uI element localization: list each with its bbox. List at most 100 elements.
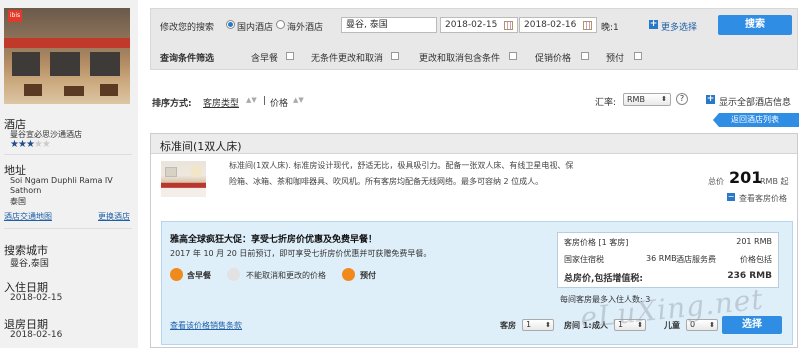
calendar-icon[interactable] (583, 21, 592, 30)
chevron-down-icon: ⬍ (545, 321, 551, 329)
breakfast-icon (170, 268, 183, 281)
service-fee-label: 酒店服务费 (676, 255, 716, 264)
star-rating: ★★★★★ (10, 139, 51, 150)
total-value: 236 RMB (727, 271, 772, 281)
room-title: 标准间(1双人床) (160, 140, 242, 153)
feature-breakfast: 含早餐 (187, 271, 211, 280)
filter-breakfast-label[interactable]: 含早餐 (251, 51, 278, 64)
address-line: Soi Ngam Duphli Rama IV (10, 176, 113, 185)
overseas-label[interactable]: 海外酒店 (287, 20, 323, 33)
photo-window (50, 52, 80, 76)
room-price-value: 201 RMB (736, 237, 772, 246)
filter-label: 查询条件筛选 (160, 54, 215, 64)
room-desc-line: 标准间(1双人床). 标准房设计现代，舒适无比，极具吸引力。配备一张双人床、有线… (229, 161, 574, 170)
chevron-down-icon: ⬍ (709, 321, 715, 329)
sort-separator: | (263, 96, 267, 106)
view-room-price-link[interactable]: 查看客房价格 (739, 193, 787, 204)
star-icon: ★ (25, 139, 35, 150)
ibis-logo: ibis (8, 10, 22, 22)
currency-select[interactable]: RMB ⬍ (623, 93, 671, 106)
rooms-value: 1 (526, 320, 532, 329)
overseas-radio[interactable] (276, 20, 285, 29)
promo-title: 雅高全球疯狂大促：享受七折房价优惠及免费早餐！ (170, 235, 378, 245)
hotel-photo: ibis (4, 8, 130, 104)
change-hotel-link[interactable]: 更换酒店 (98, 211, 130, 222)
calendar-icon[interactable] (504, 21, 513, 30)
filter-free-cancel-checkbox[interactable] (391, 52, 399, 60)
sort-arrows-icon[interactable]: ▲▼ (246, 96, 257, 104)
local-tax-value: 36 RMB (646, 254, 677, 263)
modify-search-label: 修改您的搜索 (160, 23, 215, 33)
search-city-value: 曼谷,泰国 (10, 259, 49, 269)
address-line: 泰国 (10, 197, 26, 206)
sort-room-type[interactable]: 客房类型 (203, 96, 239, 109)
currency-value: RMB (627, 95, 645, 104)
city-input[interactable]: 曼谷, 泰国 (341, 17, 437, 33)
filter-conditional-cancel-label[interactable]: 更改和取消包含条件 (419, 51, 500, 64)
filter-promo-label[interactable]: 促销价格 (535, 51, 571, 64)
feature-prepay: 预付 (360, 271, 376, 280)
domestic-radio[interactable] (226, 20, 235, 29)
star-empty-icon: ★ (41, 139, 51, 150)
service-fee-value: 价格包括 (740, 255, 772, 264)
rooms-select[interactable]: 1 ⬍ (522, 319, 554, 331)
sort-arrows-icon[interactable]: ▲▼ (293, 96, 304, 104)
star-icon: ★ (10, 139, 19, 150)
sidebar: ibis 酒店 曼谷宣必思沙通酒店 ★★★★★ 地址 Soi Ngam Duph… (0, 0, 138, 348)
plus-icon[interactable]: + (706, 95, 715, 104)
star-empty-icon: ★ (33, 139, 43, 150)
checkout-input[interactable]: 2018-02-16 (519, 17, 597, 33)
address-line: Sathorn (10, 186, 42, 195)
photo-awning (4, 38, 130, 48)
filter-prepay-label[interactable]: 预付 (606, 51, 624, 64)
filter-free-cancel-label[interactable]: 无条件更改和取消 (311, 51, 383, 64)
show-all-info-link[interactable]: 显示全部酒店信息 (719, 95, 791, 108)
checkin-value: 2018-02-15 (10, 293, 63, 303)
total-price-label: 总价 (708, 177, 724, 186)
sort-label: 排序方式: (152, 99, 192, 109)
promo-subtitle: 2017 年 10 月 20 日前预订，即可享受七折房价优惠并可获赠免费早餐。 (170, 249, 432, 258)
currency-label: 汇率: (595, 98, 617, 108)
promo-panel: 雅高全球疯狂大促：享受七折房价优惠及免费早餐！ 2017 年 10 月 20 日… (161, 221, 793, 345)
photo-chair (100, 84, 118, 96)
room-price: 201 (729, 168, 763, 187)
filter-breakfast-checkbox[interactable] (286, 52, 294, 60)
no-cancel-icon (227, 268, 240, 281)
price-row: 客房价格 [1 客房] 201 RMB (564, 237, 772, 248)
help-icon[interactable]: ? (676, 93, 688, 105)
photo-chair (24, 84, 42, 96)
room-photo (161, 161, 206, 197)
star-icon: ★ (17, 139, 27, 150)
divider (4, 154, 132, 155)
sort-price[interactable]: 价格 (270, 96, 288, 109)
local-tax-label: 国家住宿税 (564, 255, 604, 264)
plus-icon[interactable]: + (649, 20, 658, 29)
checkout-input-value: 2018-02-16 (524, 20, 577, 30)
policy-link[interactable]: 查看该价格销售条款 (170, 320, 242, 331)
traffic-map-link[interactable]: 酒店交通地图 (4, 211, 52, 222)
price-breakdown: 客房价格 [1 客房] 201 RMB 国家住宿税 36 RMB 酒店服务费 价… (557, 232, 779, 288)
filter-conditional-cancel-checkbox[interactable] (509, 52, 517, 60)
room-price-unit: RMB 起 (760, 177, 789, 186)
back-to-list-button[interactable]: 返回酒店列表 (713, 113, 799, 127)
minus-icon[interactable]: − (727, 193, 735, 201)
checkin-input[interactable]: 2018-02-15 (440, 17, 518, 33)
photo-window (90, 52, 120, 76)
checkout-value: 2018-02-16 (10, 330, 63, 340)
rooms-label: 客房 (500, 321, 516, 330)
checkin-input-value: 2018-02-15 (445, 20, 498, 30)
nights-label: 晚:1 (601, 23, 619, 33)
search-button[interactable]: 搜索 (718, 15, 792, 35)
photo-chair (64, 86, 84, 96)
chevron-down-icon: ⬍ (661, 95, 667, 103)
room-photo-frame (165, 167, 177, 177)
more-options-link[interactable]: 更多选择 (661, 20, 697, 33)
filter-promo-checkbox[interactable] (581, 52, 589, 60)
domestic-label[interactable]: 国内酒店 (237, 20, 273, 33)
room-photo-lamp (191, 165, 201, 177)
filter-prepay-checkbox[interactable] (634, 52, 642, 60)
photo-window (12, 52, 40, 76)
prepay-lock-icon (342, 268, 355, 281)
search-panel: 修改您的搜索 国内酒店 海外酒店 曼谷, 泰国 2018-02-15 2018-… (150, 8, 798, 70)
price-row: 总房价,包括增值税: 236 RMB (564, 271, 772, 284)
